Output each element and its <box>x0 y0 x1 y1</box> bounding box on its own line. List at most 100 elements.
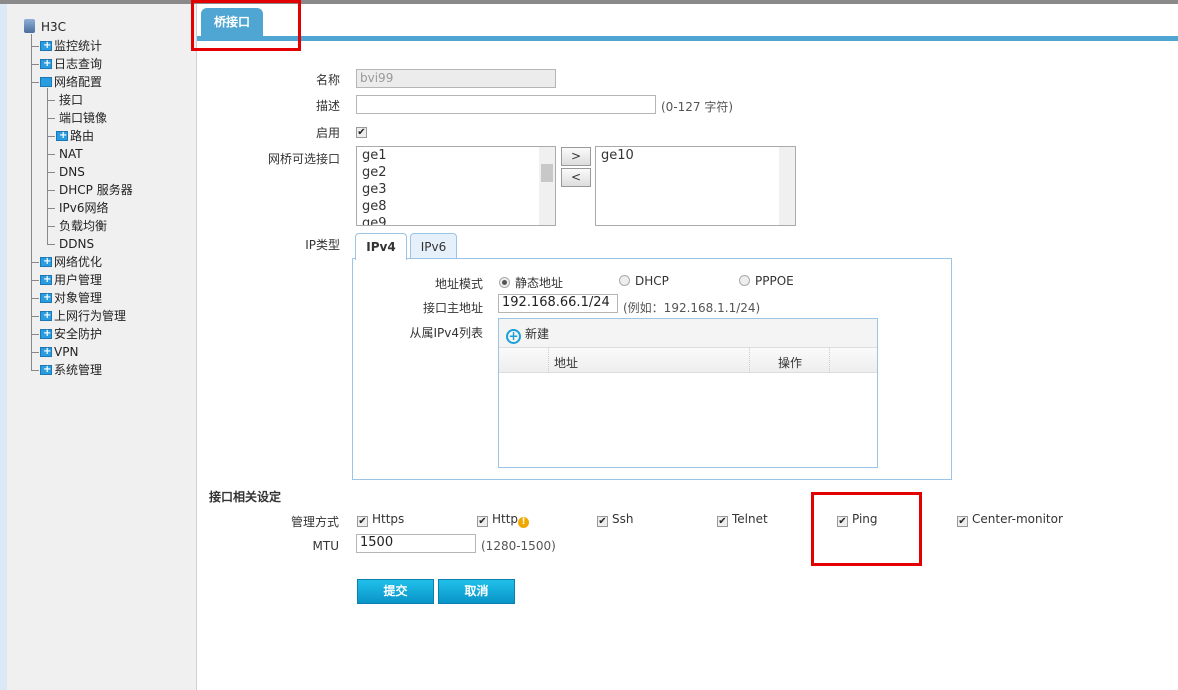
ports-label: 网桥可选接口 <box>267 152 340 166</box>
sidebar-subitem-label: DNS <box>59 165 85 179</box>
enable-checkbox[interactable]: ✔ <box>356 127 367 138</box>
port-option[interactable]: ge9 <box>357 215 555 225</box>
radio-static[interactable] <box>499 277 510 288</box>
section-title: 接口相关设定 <box>209 490 282 504</box>
radio-static-label: 静态地址 <box>515 276 564 290</box>
highlight-box-tab <box>191 0 301 51</box>
add-port-button[interactable]: > <box>561 147 591 166</box>
main-addr-hint: (例如：192.168.1.1/24) <box>623 301 761 315</box>
sidebar-item-label: VPN <box>54 345 79 359</box>
mgmt-option-label: Https <box>372 512 405 526</box>
port-option[interactable]: ge1 <box>357 147 555 164</box>
checkbox[interactable]: ✔ <box>477 516 488 527</box>
sidebar-subitem-label: 端口镜像 <box>59 111 108 125</box>
mtu-input[interactable]: 1500 <box>356 534 476 553</box>
mgmt-option-telnet: ✔ Telnet <box>717 512 768 527</box>
sidebar-item-label: 日志查询 <box>54 57 103 71</box>
sidebar-subitem-label: DHCP 服务器 <box>59 183 133 197</box>
addr-mode-label: 地址模式 <box>434 277 483 291</box>
cancel-button[interactable]: 取消 <box>438 579 515 604</box>
sidebar-subitem[interactable]: 端口镜像 <box>59 110 107 126</box>
radio-dhcp[interactable] <box>619 275 630 286</box>
scrollbar[interactable] <box>539 147 555 225</box>
sidebar-item-label: 网络优化 <box>54 255 103 269</box>
checkbox[interactable]: ✔ <box>717 516 728 527</box>
sidebar-item[interactable]: 安全防护 <box>40 326 102 342</box>
new-button-label: 新建 <box>525 327 550 341</box>
radio-pppoe[interactable] <box>739 275 750 286</box>
tree-root[interactable]: H3C <box>24 19 66 35</box>
mgmt-option-label: Http <box>492 512 519 526</box>
port-option[interactable]: ge3 <box>357 181 555 198</box>
sidebar-item[interactable]: 用户管理 <box>40 272 102 288</box>
port-option[interactable]: ge2 <box>357 164 555 181</box>
sidebar-item[interactable]: 对象管理 <box>40 290 102 306</box>
sidebar-item[interactable]: 上网行为管理 <box>40 308 126 324</box>
mgmt-option-center-monitor: ✔ Center-monitor <box>957 512 1063 527</box>
name-input[interactable]: bvi99 <box>356 69 556 88</box>
folder-plus-icon <box>40 308 52 324</box>
mgmt-option-ssh: ✔ Ssh <box>597 512 633 527</box>
tab-ipv6[interactable]: IPv6 <box>410 233 457 259</box>
selected-ports-list[interactable]: ge10 <box>595 146 796 226</box>
plus-circle-icon: + <box>506 329 521 344</box>
sidebar-item[interactable]: 网络配置 <box>40 74 102 90</box>
highlight-box-ping <box>811 492 922 566</box>
main-addr-label: 接口主地址 <box>422 301 483 315</box>
folder-plus-icon <box>40 362 52 378</box>
sidebar-item[interactable]: 网络优化 <box>40 254 102 270</box>
sidebar-item-label: 上网行为管理 <box>54 309 127 323</box>
enable-label: 启用 <box>315 126 340 140</box>
sidebar-subitem[interactable]: DHCP 服务器 <box>59 182 133 198</box>
folder-plus-icon <box>40 254 52 270</box>
computer-icon <box>24 19 35 33</box>
sidebar-subitem[interactable]: 路由 <box>56 128 94 144</box>
sidebar-subitem[interactable]: IPv6网络 <box>59 200 109 216</box>
col-operation: 操作 <box>778 356 803 370</box>
folder-plus-icon <box>40 344 52 360</box>
submit-button[interactable]: 提交 <box>357 579 434 604</box>
radio-pppoe-label: PPPOE <box>755 274 794 288</box>
main-addr-input[interactable]: 192.168.66.1/24 <box>498 294 618 313</box>
sidebar-item[interactable]: VPN <box>40 344 78 360</box>
desc-input[interactable] <box>356 95 656 114</box>
sidebar-subitem[interactable]: 负载均衡 <box>59 218 107 234</box>
sidebar-item-label: 对象管理 <box>54 291 103 305</box>
tree-root-label: H3C <box>41 20 67 34</box>
col-address: 地址 <box>554 356 579 370</box>
sidebar-subitem-label: 路由 <box>70 129 95 143</box>
desc-label: 描述 <box>315 99 340 113</box>
sidebar-item[interactable]: 日志查询 <box>40 56 102 72</box>
tab-bar <box>197 36 1178 41</box>
mgmt-label: 管理方式 <box>290 515 339 529</box>
checkbox[interactable]: ✔ <box>357 516 368 527</box>
mgmt-option-label: Telnet <box>732 512 768 526</box>
remove-port-button[interactable]: < <box>561 168 591 187</box>
port-option[interactable]: ge8 <box>357 198 555 215</box>
desc-hint: (0-127 字符) <box>661 100 734 114</box>
checkbox[interactable]: ✔ <box>957 516 968 527</box>
mgmt-option-label: Ssh <box>612 512 634 526</box>
folder-plus-icon <box>56 128 68 144</box>
sidebar-item-label: 安全防护 <box>54 327 103 341</box>
sidebar-item[interactable]: 系统管理 <box>40 362 102 378</box>
port-option[interactable]: ge10 <box>596 147 795 164</box>
sidebar-item[interactable]: 监控统计 <box>40 38 102 54</box>
sidebar-subitem[interactable]: DNS <box>59 164 85 180</box>
table-header: 地址 操作 <box>499 348 877 373</box>
radio-dhcp-label: DHCP <box>635 274 669 288</box>
folder-plus-icon <box>40 290 52 306</box>
new-button[interactable]: + 新建 <box>506 325 549 344</box>
sidebar-subitem-label: 接口 <box>59 93 84 107</box>
sidebar-subitem[interactable]: NAT <box>59 146 83 162</box>
checkbox[interactable]: ✔ <box>597 516 608 527</box>
scrollbar[interactable] <box>779 147 795 225</box>
folder-plus-icon <box>40 326 52 342</box>
sidebar-subitem[interactable]: 接口 <box>59 92 83 108</box>
available-ports-list[interactable]: ge1 ge2 ge3 ge8 ge9 <box>356 146 556 226</box>
ip-type-label: IP类型 <box>305 238 340 252</box>
sidebar-subitem-label: IPv6网络 <box>59 201 109 215</box>
tab-ipv4[interactable]: IPv4 <box>355 233 407 260</box>
sidebar-subitem[interactable]: DDNS <box>59 236 94 252</box>
folder-plus-icon <box>40 56 52 72</box>
